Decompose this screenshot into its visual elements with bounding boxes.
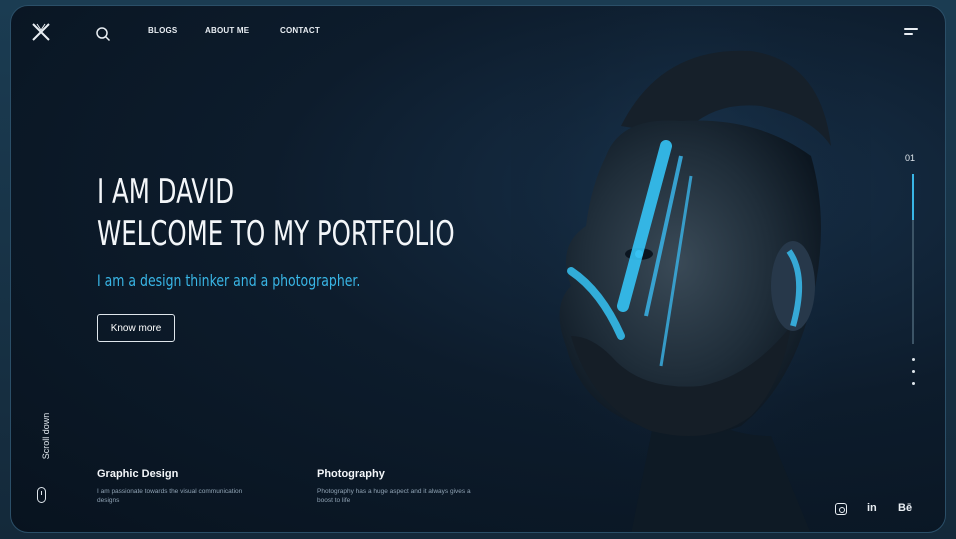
nav-contact[interactable]: CONTACT [280, 26, 320, 35]
page-indicator: 01 [905, 153, 916, 163]
instagram-icon[interactable] [835, 503, 847, 515]
nav-about-me[interactable]: ABOUT ME [205, 26, 249, 35]
linkedin-icon[interactable]: in [867, 502, 877, 514]
pager-dot[interactable] [912, 382, 915, 385]
pager-dot[interactable] [912, 358, 915, 361]
feature-title-graphic-design: Graphic Design [97, 468, 179, 480]
know-more-button[interactable]: Know more [97, 314, 175, 342]
scroll-down-label[interactable]: Scroll down [41, 406, 51, 466]
feature-desc-photography: Photography has a huge aspect and it alw… [317, 488, 471, 504]
feature-title-photography: Photography [317, 468, 385, 480]
hero-title-line-1: I AM DAVID [97, 172, 235, 212]
behance-icon[interactable]: Bē [898, 502, 912, 514]
logo-x-icon[interactable] [31, 22, 51, 42]
pager-dot[interactable] [912, 370, 915, 373]
mouse-icon[interactable] [37, 487, 46, 503]
search-icon[interactable] [95, 26, 111, 42]
hero-title: I AM DAVID WELCOME TO MY PORTFOLIO [97, 171, 455, 255]
portrait-image [511, 6, 871, 532]
page-progress-fill [912, 174, 914, 220]
feature-desc-graphic-design: I am passionate towards the visual commu… [97, 488, 243, 504]
nav-blogs[interactable]: BLOGS [148, 26, 177, 35]
page-progress-track[interactable] [912, 174, 914, 344]
device-frame: BLOGS ABOUT ME CONTACT I AM DAVID WELCOM… [0, 0, 956, 539]
website-screen: BLOGS ABOUT ME CONTACT I AM DAVID WELCOM… [10, 5, 946, 533]
menu-icon[interactable] [904, 28, 918, 36]
hero-subtitle: I am a design thinker and a photographer… [97, 271, 361, 290]
hero-title-line-2: WELCOME TO MY PORTFOLIO [97, 214, 455, 254]
